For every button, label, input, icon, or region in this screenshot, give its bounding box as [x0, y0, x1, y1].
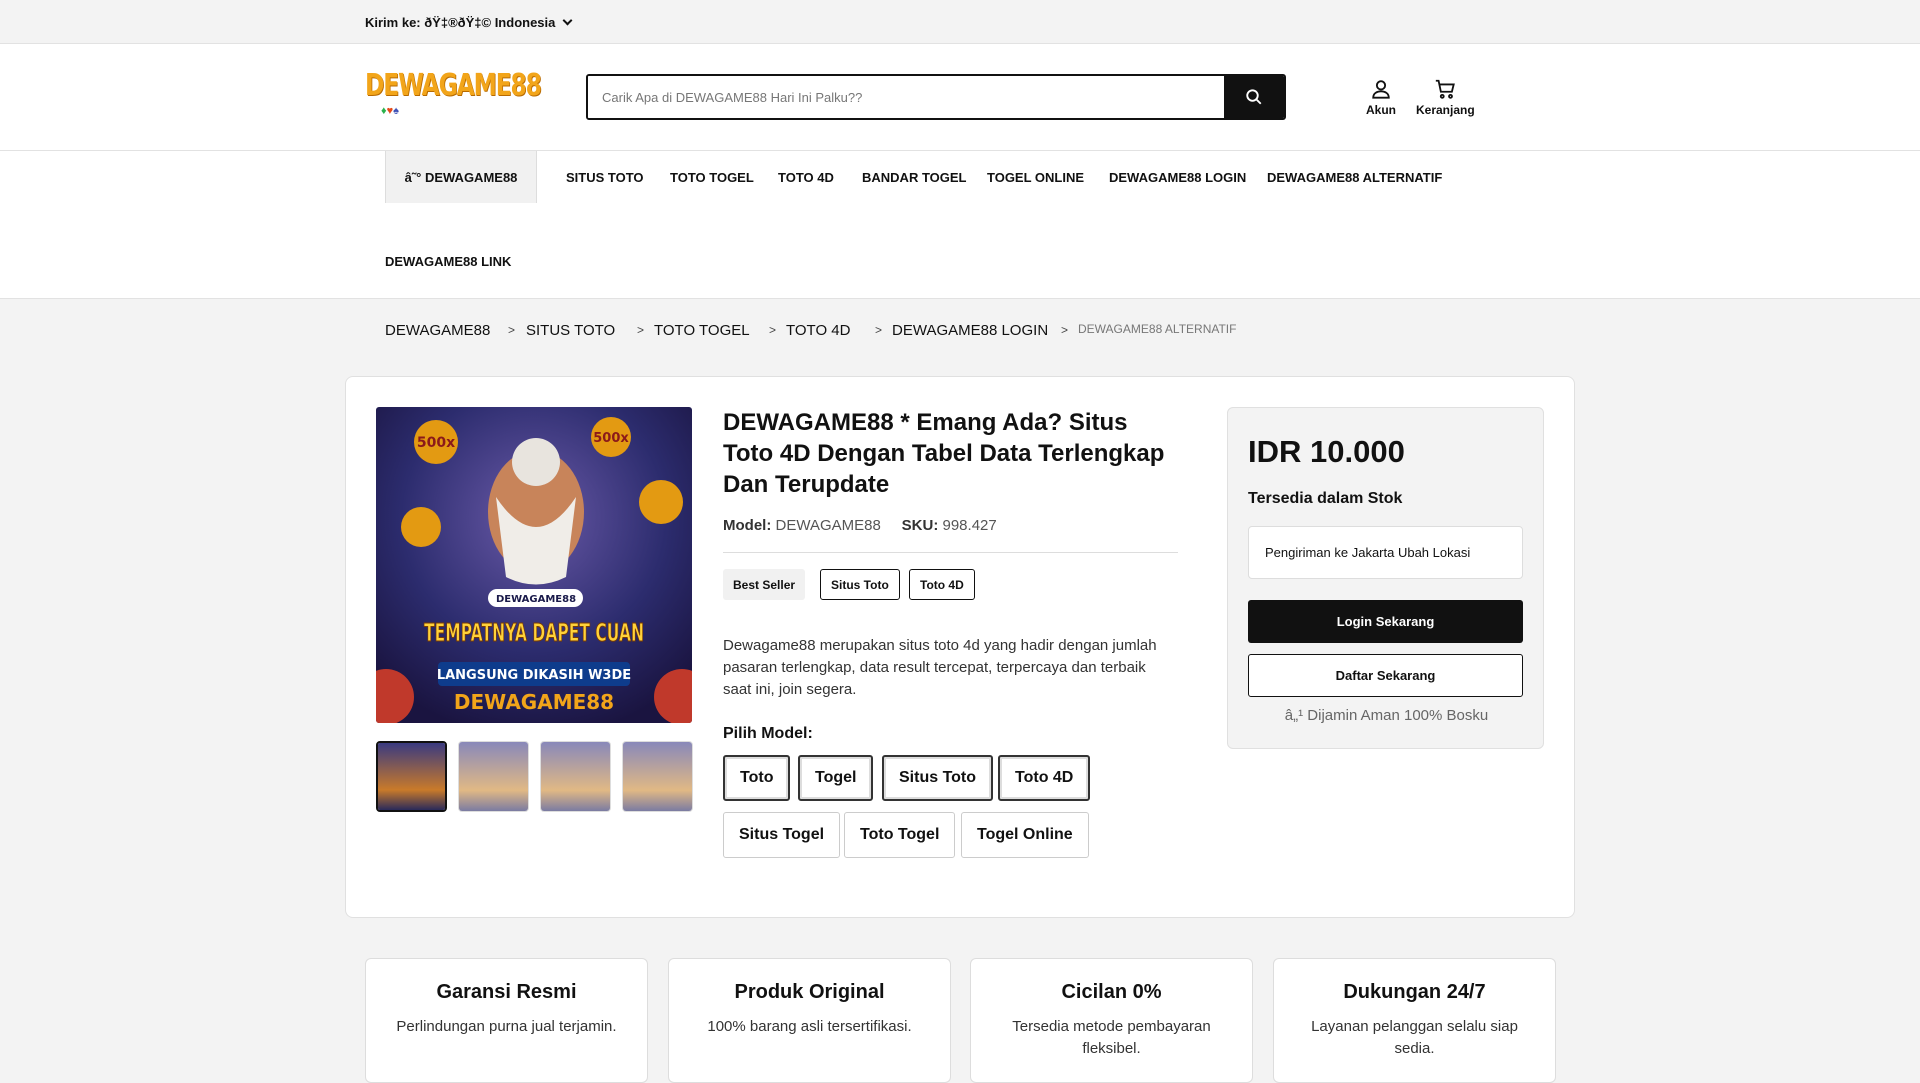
- product-thumbnail[interactable]: [458, 741, 529, 812]
- nav-item-situs-toto[interactable]: SITUS TOTO: [566, 170, 644, 185]
- model-option-toto-4d[interactable]: Toto 4D: [998, 755, 1091, 801]
- model-option-toto[interactable]: Toto: [723, 755, 791, 801]
- register-button[interactable]: Daftar Sekarang: [1248, 654, 1523, 697]
- search-bar: [586, 74, 1286, 120]
- pick-model-label: Pilih Model:: [723, 725, 813, 742]
- product-price: IDR 10.000: [1248, 434, 1405, 469]
- ship-to-selector[interactable]: Kirim ke: ðŸ‡®ðŸ‡© Indonesia: [365, 0, 1557, 44]
- chevron-down-icon: [562, 15, 573, 25]
- site-header: DEWAGAME88 ♦♥♠ Akun Keranjang: [0, 44, 1920, 151]
- breadcrumb-item[interactable]: DEWAGAME88: [385, 322, 490, 339]
- nav-item-toto-togel[interactable]: TOTO TOGEL: [670, 170, 754, 185]
- product-thumbnail[interactable]: [622, 741, 693, 812]
- product-description: Dewagame88 merupakan situs toto 4d yang …: [723, 637, 1157, 698]
- stock-status: Tersedia dalam Stok: [1248, 490, 1403, 507]
- product-thumbnail[interactable]: [540, 741, 611, 812]
- price-box: IDR 10.000 Tersedia dalam Stok Pengirima…: [1227, 407, 1544, 749]
- model-value: DEWAGAME88: [775, 517, 881, 534]
- nav-item-login[interactable]: DEWAGAME88 LOGIN: [1109, 170, 1246, 185]
- feature-card: Garansi Resmi Perlindungan purna jual te…: [365, 958, 648, 1083]
- nav-item-bandar-togel[interactable]: BANDAR TOGEL: [862, 170, 966, 185]
- search-button[interactable]: [1224, 76, 1284, 118]
- feature-title: Produk Original: [734, 981, 885, 1003]
- shipping-location[interactable]: Pengiriman ke Jakarta Ubah Lokasi: [1248, 526, 1523, 579]
- image-brand-pill: DEWAGAME88: [496, 594, 576, 605]
- ship-to-label: Kirim ke: ðŸ‡®ðŸ‡© Indonesia: [365, 14, 556, 30]
- image-banner-text: TEMPATNYA DAPET CUAN: [424, 618, 644, 647]
- breadcrumb-separator: >: [1061, 323, 1069, 337]
- badge-500x: 500x: [417, 435, 455, 451]
- product-main-image[interactable]: 500x 500x DEWAGAME88 TEMPATNYA DAPET CUA…: [376, 407, 692, 723]
- image-subtitle: LANGSUNG DIKASIH W3DE: [437, 668, 631, 683]
- feature-text: 100% barang asli tersertifikasi.: [707, 1018, 912, 1035]
- cart-label: Keranjang: [1416, 103, 1475, 117]
- product-thumbnail[interactable]: [376, 741, 447, 812]
- nav-item-alternatif[interactable]: DEWAGAME88 ALTERNATIF: [1267, 170, 1442, 185]
- feature-card: Dukungan 24/7 Layanan pelanggan selalu s…: [1273, 958, 1556, 1083]
- logo-ornament: ♦♥♠: [381, 105, 399, 117]
- breadcrumb-separator: >: [637, 323, 645, 337]
- breadcrumb-item[interactable]: TOTO TOGEL: [654, 322, 750, 339]
- login-button[interactable]: Login Sekarang: [1248, 600, 1523, 643]
- breadcrumb-item[interactable]: TOTO 4D: [786, 322, 850, 339]
- logo-text: DEWAGAME88: [365, 68, 542, 103]
- product-card: 500x 500x DEWAGAME88 TEMPATNYA DAPET CUA…: [345, 376, 1575, 918]
- site-logo[interactable]: DEWAGAME88 ♦♥♠: [365, 68, 542, 128]
- model-option-situs-toto[interactable]: Situs Toto: [882, 755, 994, 801]
- tag-toto-4d[interactable]: Toto 4D: [909, 569, 975, 600]
- product-title: DEWAGAME88 * Emang Ada? Situs Toto 4D De…: [723, 409, 1165, 498]
- user-icon: [1372, 80, 1390, 99]
- nav-item-toto-4d[interactable]: TOTO 4D: [778, 170, 834, 185]
- breadcrumb-separator: >: [769, 323, 777, 337]
- cart-icon: [1436, 79, 1456, 99]
- model-option-situs-togel[interactable]: Situs Togel: [723, 812, 841, 858]
- model-option-toto-togel[interactable]: Toto Togel: [844, 812, 956, 858]
- image-brand: DEWAGAME88: [454, 690, 614, 714]
- badge-500x: 500x: [593, 431, 629, 446]
- product-meta: Model: DEWAGAME88 SKU: 998.427: [723, 517, 997, 534]
- tag-best-seller: Best Seller: [723, 569, 806, 600]
- guarantee-note: â„¹ Dijamin Aman 100% Bosku: [1284, 707, 1489, 724]
- model-option-togel-online[interactable]: Togel Online: [961, 812, 1089, 858]
- top-bar: Kirim ke: ðŸ‡®ðŸ‡© Indonesia: [0, 0, 1920, 44]
- divider: [723, 552, 1178, 553]
- model-option-togel[interactable]: Togel: [798, 755, 874, 801]
- nav-item-home[interactable]: â˜° DEWAGAME88: [385, 151, 537, 203]
- breadcrumb-item[interactable]: DEWAGAME88 LOGIN: [892, 322, 1048, 339]
- sku-value: 998.427: [942, 517, 997, 534]
- feature-text: Perlindungan purna jual terjamin.: [396, 1018, 617, 1035]
- nav-item-link[interactable]: DEWAGAME88 LINK: [385, 254, 511, 269]
- breadcrumb-current: DEWAGAME88 ALTERNATIF: [1078, 322, 1237, 336]
- account-label: Akun: [1366, 103, 1396, 117]
- main-nav: â˜° DEWAGAME88 SITUS TOTO TOTO TOGEL TOT…: [0, 151, 1920, 299]
- feature-text: Tersedia metode pembayaran fleksibel.: [1012, 1018, 1211, 1057]
- feature-title: Garansi Resmi: [436, 981, 577, 1003]
- cart-link[interactable]: Keranjang: [1416, 78, 1475, 117]
- feature-title: Cicilan 0%: [1061, 981, 1162, 1003]
- feature-text: Layanan pelanggan selalu siap sedia.: [1311, 1018, 1518, 1057]
- tag-situs-toto[interactable]: Situs Toto: [820, 569, 900, 600]
- nav-item-togel-online[interactable]: TOGEL ONLINE: [987, 170, 1084, 185]
- breadcrumb-item[interactable]: SITUS TOTO: [526, 322, 615, 339]
- search-input[interactable]: [588, 76, 1224, 118]
- breadcrumb-separator: >: [875, 323, 883, 337]
- account-link[interactable]: Akun: [1366, 78, 1396, 117]
- feature-card: Produk Original 100% barang asli tersert…: [668, 958, 951, 1083]
- breadcrumb-separator: >: [508, 323, 516, 337]
- feature-card: Cicilan 0% Tersedia metode pembayaran fl…: [970, 958, 1253, 1083]
- search-icon: [1246, 89, 1262, 105]
- feature-title: Dukungan 24/7: [1343, 981, 1486, 1003]
